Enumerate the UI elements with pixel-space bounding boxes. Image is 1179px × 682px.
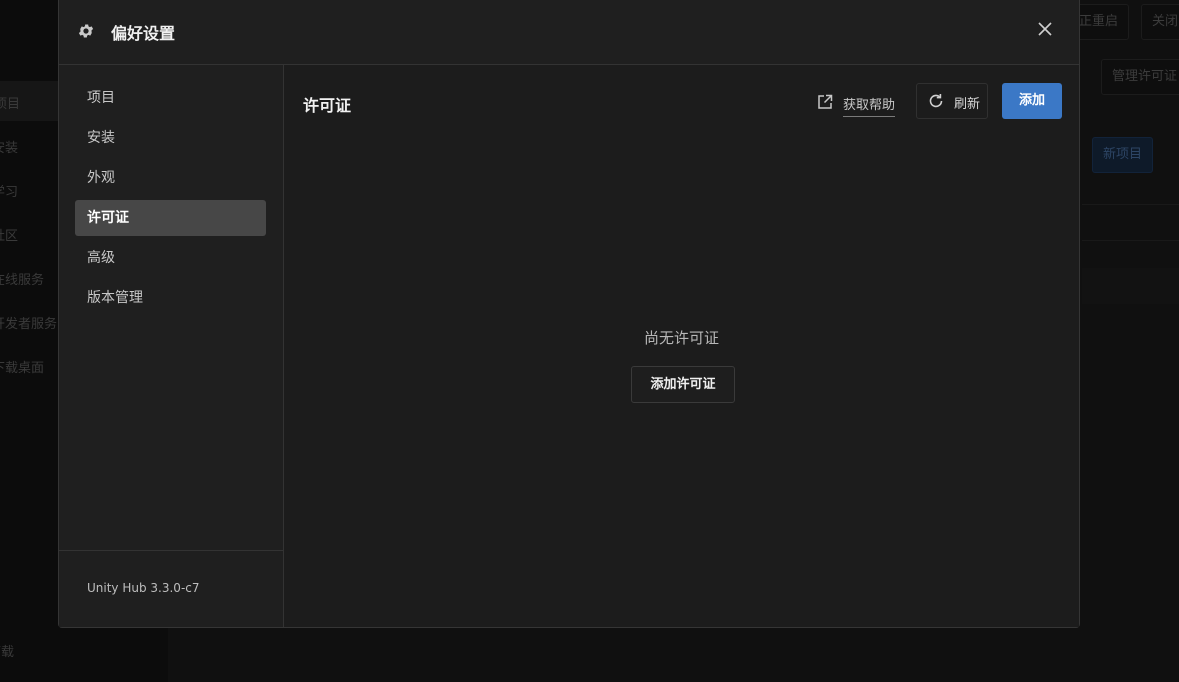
background-sidebar-item-community: 社区: [0, 229, 19, 244]
background-divider: [1082, 204, 1179, 205]
refresh-icon: [929, 94, 943, 108]
sidebar-item-advanced[interactable]: 高级: [75, 240, 266, 276]
close-icon[interactable]: [1037, 21, 1053, 37]
licenses-panel: 许可证 获取帮助 刷新 添加 尚无许可证 添加许可证: [284, 65, 1079, 627]
sidebar-divider: [59, 550, 283, 551]
background-close-button: 关闭: [1141, 4, 1179, 40]
background-table-header: [1082, 268, 1179, 304]
page-title: 许可证: [303, 96, 352, 115]
dialog-header: 偏好设置: [59, 0, 1079, 65]
add-license-button[interactable]: 添加: [1002, 83, 1062, 119]
sidebar-item-version-control[interactable]: 版本管理: [75, 280, 266, 316]
background-divider: [1082, 240, 1179, 241]
gear-icon: [78, 24, 94, 38]
sidebar-item-licenses[interactable]: 许可证: [75, 200, 266, 236]
background-sidebar-item-learn: 学习: [0, 185, 19, 200]
background-new-project-button: 新项目: [1092, 137, 1154, 173]
app-version: Unity Hub 3.3.0-c7: [87, 581, 200, 595]
background-sidebar-item-installs: 安装: [0, 141, 19, 156]
background-sidebar-item-download-desktop: 下载桌面: [0, 361, 45, 376]
external-link-icon: [818, 94, 833, 109]
background-manage-license-button: 管理许可证: [1101, 59, 1179, 95]
background-sidebar-item-download: 下载: [0, 645, 15, 660]
sidebar-item-installs[interactable]: 安装: [75, 120, 266, 156]
sidebar-item-appearance[interactable]: 外观: [75, 160, 266, 196]
background-sidebar-item-projects: 项目: [0, 97, 21, 112]
background-sidebar-item-developer-services: 开发者服务: [0, 317, 58, 332]
empty-state-add-license-button[interactable]: 添加许可证: [631, 366, 735, 403]
background-sidebar-item-online-services: 在线服务: [0, 273, 45, 288]
dialog-title: 偏好设置: [111, 24, 176, 43]
sidebar-item-projects[interactable]: 项目: [75, 80, 266, 116]
empty-state-text: 尚无许可证: [643, 329, 719, 347]
refresh-button[interactable]: 刷新: [916, 83, 988, 119]
preferences-sidebar: 项目 安装 外观 许可证 高级 版本管理 Unity Hub 3.3.0-c7: [59, 65, 284, 627]
refresh-label: 刷新: [954, 97, 981, 112]
get-help-label: 获取帮助: [843, 94, 896, 117]
preferences-dialog: 偏好设置 项目 安装 外观 许可证 高级 版本管理 Unity Hub 3.3.…: [58, 0, 1080, 628]
